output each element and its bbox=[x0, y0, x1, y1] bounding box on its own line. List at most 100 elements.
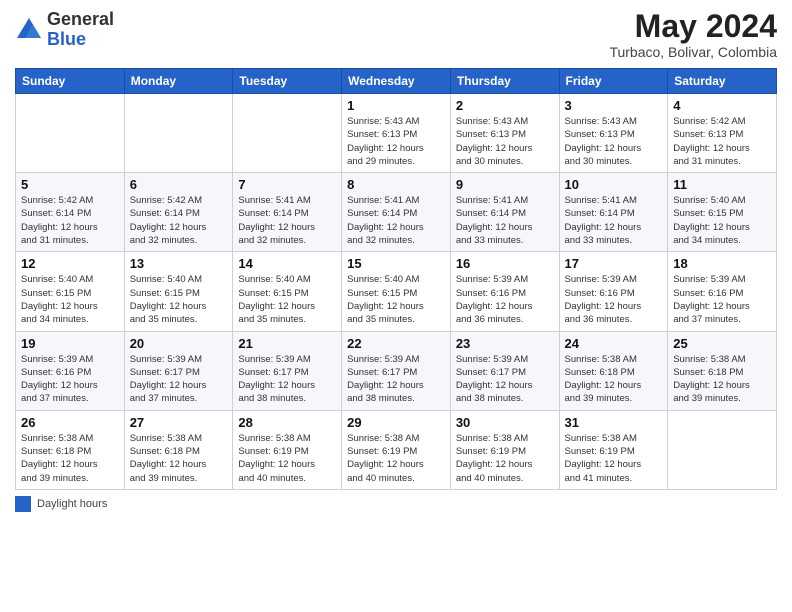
day-info: Sunrise: 5:38 AM Sunset: 6:19 PM Dayligh… bbox=[347, 432, 445, 485]
day-number: 2 bbox=[456, 98, 554, 113]
logo-icon bbox=[15, 16, 43, 44]
calendar-day-cell: 12 Sunrise: 5:40 AM Sunset: 6:15 PM Dayli… bbox=[16, 252, 125, 331]
calendar-day-cell: 26 Sunrise: 5:38 AM Sunset: 6:18 PM Dayli… bbox=[16, 410, 125, 489]
day-info: Sunrise: 5:39 AM Sunset: 6:17 PM Dayligh… bbox=[347, 353, 445, 406]
calendar-day-cell: 5 Sunrise: 5:42 AM Sunset: 6:14 PM Daylig… bbox=[16, 173, 125, 252]
day-info: Sunrise: 5:38 AM Sunset: 6:18 PM Dayligh… bbox=[673, 353, 771, 406]
day-info: Sunrise: 5:38 AM Sunset: 6:18 PM Dayligh… bbox=[21, 432, 119, 485]
day-info: Sunrise: 5:40 AM Sunset: 6:15 PM Dayligh… bbox=[347, 273, 445, 326]
calendar-day-cell: 6 Sunrise: 5:42 AM Sunset: 6:14 PM Daylig… bbox=[124, 173, 233, 252]
calendar-day-cell: 31 Sunrise: 5:38 AM Sunset: 6:19 PM Dayli… bbox=[559, 410, 668, 489]
calendar-day-cell: 29 Sunrise: 5:38 AM Sunset: 6:19 PM Dayli… bbox=[342, 410, 451, 489]
day-number: 21 bbox=[238, 336, 336, 351]
calendar-day-cell bbox=[233, 94, 342, 173]
calendar-day-cell: 10Sunrise: 5:41 AM Sunset: 6:14 PM Dayli… bbox=[559, 173, 668, 252]
day-number: 31 bbox=[565, 415, 663, 430]
month-title: May 2024 bbox=[609, 10, 777, 42]
day-info: Sunrise: 5:40 AM Sunset: 6:15 PM Dayligh… bbox=[21, 273, 119, 326]
day-info: Sunrise: 5:42 AM Sunset: 6:14 PM Dayligh… bbox=[21, 194, 119, 247]
calendar-day-cell: 25Sunrise: 5:38 AM Sunset: 6:18 PM Dayli… bbox=[668, 331, 777, 410]
calendar-day-cell: 27Sunrise: 5:38 AM Sunset: 6:18 PM Dayli… bbox=[124, 410, 233, 489]
logo: General Blue bbox=[15, 10, 114, 50]
day-number: 6 bbox=[130, 177, 228, 192]
day-info: Sunrise: 5:41 AM Sunset: 6:14 PM Dayligh… bbox=[565, 194, 663, 247]
header-wednesday: Wednesday bbox=[342, 69, 451, 94]
day-number: 20 bbox=[130, 336, 228, 351]
day-number: 14 bbox=[238, 256, 336, 271]
day-number: 12 bbox=[21, 256, 119, 271]
calendar-week-row: 5 Sunrise: 5:42 AM Sunset: 6:14 PM Daylig… bbox=[16, 173, 777, 252]
footer: Daylight hours bbox=[15, 496, 777, 512]
calendar-day-cell: 19 Sunrise: 5:39 AM Sunset: 6:16 PM Dayli… bbox=[16, 331, 125, 410]
day-info: Sunrise: 5:39 AM Sunset: 6:16 PM Dayligh… bbox=[565, 273, 663, 326]
header-thursday: Thursday bbox=[450, 69, 559, 94]
calendar-day-cell: 24 Sunrise: 5:38 AM Sunset: 6:18 PM Dayli… bbox=[559, 331, 668, 410]
day-info: Sunrise: 5:43 AM Sunset: 6:13 PM Dayligh… bbox=[456, 115, 554, 168]
day-number: 29 bbox=[347, 415, 445, 430]
day-info: Sunrise: 5:43 AM Sunset: 6:13 PM Dayligh… bbox=[565, 115, 663, 168]
header-tuesday: Tuesday bbox=[233, 69, 342, 94]
day-number: 8 bbox=[347, 177, 445, 192]
day-number: 24 bbox=[565, 336, 663, 351]
daylight-color-box bbox=[15, 496, 31, 512]
calendar-day-cell: 14 Sunrise: 5:40 AM Sunset: 6:15 PM Dayli… bbox=[233, 252, 342, 331]
header: General Blue May 2024 Turbaco, Bolivar, … bbox=[15, 10, 777, 60]
day-info: Sunrise: 5:38 AM Sunset: 6:19 PM Dayligh… bbox=[565, 432, 663, 485]
calendar-day-cell: 7Sunrise: 5:41 AM Sunset: 6:14 PM Daylig… bbox=[233, 173, 342, 252]
calendar-day-cell: 17 Sunrise: 5:39 AM Sunset: 6:16 PM Dayli… bbox=[559, 252, 668, 331]
day-info: Sunrise: 5:38 AM Sunset: 6:19 PM Dayligh… bbox=[456, 432, 554, 485]
day-info: Sunrise: 5:39 AM Sunset: 6:16 PM Dayligh… bbox=[21, 353, 119, 406]
day-number: 16 bbox=[456, 256, 554, 271]
calendar-week-row: 12 Sunrise: 5:40 AM Sunset: 6:15 PM Dayli… bbox=[16, 252, 777, 331]
day-number: 11 bbox=[673, 177, 771, 192]
calendar-day-cell: 8Sunrise: 5:41 AM Sunset: 6:14 PM Daylig… bbox=[342, 173, 451, 252]
day-number: 1 bbox=[347, 98, 445, 113]
day-number: 13 bbox=[130, 256, 228, 271]
day-number: 30 bbox=[456, 415, 554, 430]
calendar-day-cell: 9 Sunrise: 5:41 AM Sunset: 6:14 PM Daylig… bbox=[450, 173, 559, 252]
logo-blue-text: Blue bbox=[47, 29, 86, 49]
day-info: Sunrise: 5:38 AM Sunset: 6:18 PM Dayligh… bbox=[565, 353, 663, 406]
day-number: 23 bbox=[456, 336, 554, 351]
day-info: Sunrise: 5:41 AM Sunset: 6:14 PM Dayligh… bbox=[456, 194, 554, 247]
day-number: 4 bbox=[673, 98, 771, 113]
day-number: 15 bbox=[347, 256, 445, 271]
calendar-day-cell: 16 Sunrise: 5:39 AM Sunset: 6:16 PM Dayli… bbox=[450, 252, 559, 331]
calendar-day-cell: 22 Sunrise: 5:39 AM Sunset: 6:17 PM Dayli… bbox=[342, 331, 451, 410]
day-info: Sunrise: 5:40 AM Sunset: 6:15 PM Dayligh… bbox=[673, 194, 771, 247]
day-info: Sunrise: 5:39 AM Sunset: 6:17 PM Dayligh… bbox=[456, 353, 554, 406]
day-info: Sunrise: 5:39 AM Sunset: 6:16 PM Dayligh… bbox=[456, 273, 554, 326]
day-number: 19 bbox=[21, 336, 119, 351]
calendar-table: Sunday Monday Tuesday Wednesday Thursday… bbox=[15, 68, 777, 490]
calendar-day-cell: 3 Sunrise: 5:43 AM Sunset: 6:13 PM Daylig… bbox=[559, 94, 668, 173]
header-monday: Monday bbox=[124, 69, 233, 94]
day-info: Sunrise: 5:42 AM Sunset: 6:14 PM Dayligh… bbox=[130, 194, 228, 247]
day-info: Sunrise: 5:39 AM Sunset: 6:17 PM Dayligh… bbox=[238, 353, 336, 406]
calendar-week-row: 19 Sunrise: 5:39 AM Sunset: 6:16 PM Dayli… bbox=[16, 331, 777, 410]
calendar-day-cell: 18 Sunrise: 5:39 AM Sunset: 6:16 PM Dayli… bbox=[668, 252, 777, 331]
weekday-header-row: Sunday Monday Tuesday Wednesday Thursday… bbox=[16, 69, 777, 94]
calendar-day-cell: 4Sunrise: 5:42 AM Sunset: 6:13 PM Daylig… bbox=[668, 94, 777, 173]
location-subtitle: Turbaco, Bolivar, Colombia bbox=[609, 44, 777, 60]
day-number: 17 bbox=[565, 256, 663, 271]
day-number: 9 bbox=[456, 177, 554, 192]
day-number: 3 bbox=[565, 98, 663, 113]
day-info: Sunrise: 5:39 AM Sunset: 6:16 PM Dayligh… bbox=[673, 273, 771, 326]
calendar-day-cell: 21 Sunrise: 5:39 AM Sunset: 6:17 PM Dayli… bbox=[233, 331, 342, 410]
day-info: Sunrise: 5:40 AM Sunset: 6:15 PM Dayligh… bbox=[238, 273, 336, 326]
calendar-day-cell bbox=[668, 410, 777, 489]
header-friday: Friday bbox=[559, 69, 668, 94]
day-number: 5 bbox=[21, 177, 119, 192]
daylight-label: Daylight hours bbox=[37, 498, 107, 510]
calendar-day-cell: 23 Sunrise: 5:39 AM Sunset: 6:17 PM Dayli… bbox=[450, 331, 559, 410]
day-number: 22 bbox=[347, 336, 445, 351]
calendar-day-cell: 20Sunrise: 5:39 AM Sunset: 6:17 PM Dayli… bbox=[124, 331, 233, 410]
day-number: 26 bbox=[21, 415, 119, 430]
title-block: May 2024 Turbaco, Bolivar, Colombia bbox=[609, 10, 777, 60]
day-info: Sunrise: 5:38 AM Sunset: 6:18 PM Dayligh… bbox=[130, 432, 228, 485]
logo-general-text: General bbox=[47, 9, 114, 29]
day-number: 28 bbox=[238, 415, 336, 430]
calendar-day-cell bbox=[16, 94, 125, 173]
calendar-day-cell: 11 Sunrise: 5:40 AM Sunset: 6:15 PM Dayli… bbox=[668, 173, 777, 252]
day-number: 18 bbox=[673, 256, 771, 271]
